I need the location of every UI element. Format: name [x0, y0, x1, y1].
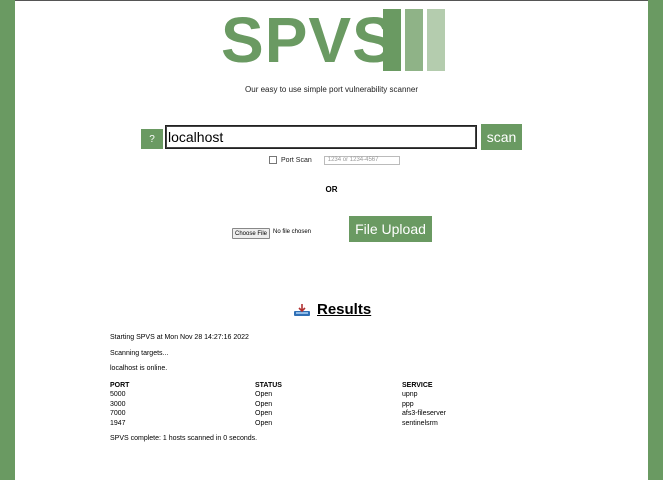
logo-bar-mid [405, 9, 423, 71]
port-scan-label: Port Scan [281, 156, 312, 164]
or-label: OR [325, 185, 338, 194]
column-header-service: SERVICE [402, 381, 433, 389]
status-cell: Open [255, 419, 273, 427]
logo-text: SPVS [221, 4, 396, 76]
target-input[interactable] [165, 125, 477, 149]
column-header-status: STATUS [255, 381, 282, 389]
port-cell: 1947 [110, 419, 126, 427]
log-line: localhost is online. [110, 365, 168, 372]
column-header-port: PORT [110, 381, 130, 389]
file-status: No file chosen [273, 229, 312, 235]
port-cell: 5000 [110, 391, 126, 399]
service-cell: upnp [402, 391, 418, 399]
status-cell: Open [255, 410, 273, 418]
port-scan-checkbox[interactable] [269, 156, 277, 164]
results-header: Results [293, 301, 371, 318]
logo-bar-dark [383, 9, 401, 71]
log-line: Starting SPVS at Mon Nov 28 14:27:16 202… [110, 334, 249, 341]
port-cell: 3000 [110, 400, 126, 408]
status-cell: Open [255, 400, 273, 408]
logo-bar-light [427, 9, 445, 71]
page: SPVS Our easy to use simple port vulnera… [15, 0, 648, 480]
scan-button[interactable]: scan [481, 124, 522, 150]
help-button[interactable]: ? [141, 129, 163, 149]
scan-summary: SPVS complete: 1 hosts scanned in 0 seco… [110, 435, 258, 442]
log-line: Scanning targets... [110, 350, 169, 357]
table-row: 7000 Open afs3-fileserver [110, 409, 502, 419]
choose-file-button[interactable]: Choose File [232, 228, 271, 239]
table-row: 1947 Open sentinelsrm [110, 419, 502, 429]
service-cell: afs3-fileserver [402, 410, 446, 418]
tray-download-icon [294, 303, 310, 316]
tagline: Our easy to use simple port vulnerabilit… [245, 85, 418, 94]
port-scan-row: Port Scan 1234 or 1234-4567 [269, 154, 400, 166]
status-cell: Open [255, 391, 273, 399]
port-range-input[interactable]: 1234 or 1234-4567 [323, 155, 400, 165]
port-cell: 7000 [110, 410, 126, 418]
table-row: 5000 Open upnp [110, 390, 502, 400]
service-cell: sentinelsrm [402, 419, 438, 427]
file-upload-button[interactable]: File Upload [349, 216, 432, 242]
table-row: 3000 Open ppp [110, 400, 502, 410]
ports-table: PORT STATUS SERVICE 5000 Open upnp 3000 … [110, 380, 502, 428]
table-header-row: PORT STATUS SERVICE [110, 380, 502, 390]
results-title: Results [317, 301, 372, 318]
service-cell: ppp [402, 400, 414, 408]
